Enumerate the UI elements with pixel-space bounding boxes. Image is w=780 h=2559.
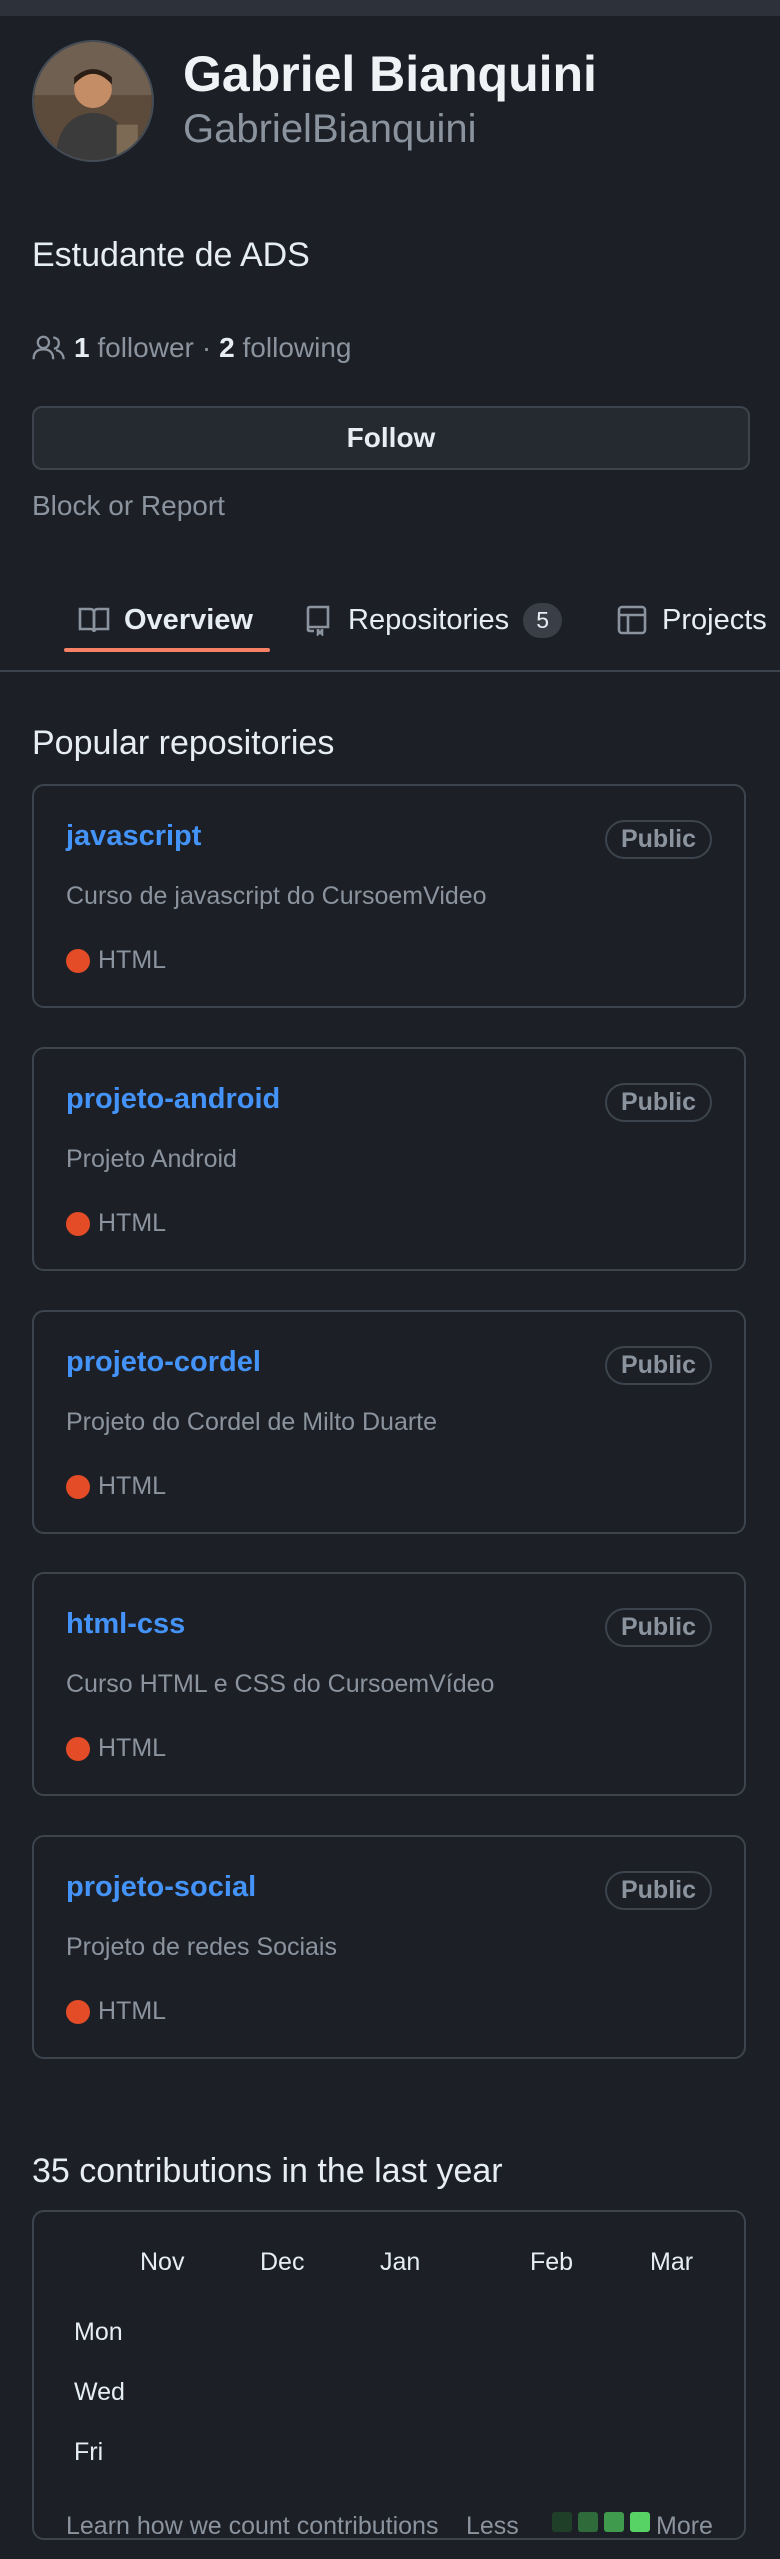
popular-repos-title: Popular repositories xyxy=(32,724,335,762)
following-link[interactable]: 2 following xyxy=(219,332,351,364)
repo-name-link[interactable]: html-css xyxy=(66,1608,185,1641)
repo-language: HTML xyxy=(66,1997,166,2026)
repo-description: Projeto Android xyxy=(66,1145,237,1173)
repo-icon xyxy=(306,605,330,636)
profile-tabs: Overview Repositories 5 Projects xyxy=(0,570,780,672)
active-tab-underline xyxy=(64,648,270,652)
language-label: HTML xyxy=(98,1472,167,1500)
learn-contributions-link[interactable]: Learn how we count contributions xyxy=(66,2512,438,2541)
profile-bio: Estudante de ADS xyxy=(32,236,310,274)
language-label: HTML xyxy=(98,946,167,974)
tab-repositories[interactable]: Repositories 5 xyxy=(302,570,562,670)
month-label: Feb xyxy=(530,2248,574,2276)
repo-card: html-css Public Curso HTML e CSS do Curs… xyxy=(32,1572,746,1796)
table-icon xyxy=(617,605,647,635)
top-bar xyxy=(0,0,780,16)
language-color-dot xyxy=(66,948,90,973)
repositories-count: 5 xyxy=(523,602,562,638)
repo-card: projeto-android Public Projeto Android H… xyxy=(32,1047,746,1271)
tab-overview-label: Overview xyxy=(124,603,253,636)
language-color-dot xyxy=(66,1999,90,2024)
day-label: Wed xyxy=(74,2378,125,2406)
language-label: HTML xyxy=(98,1209,167,1237)
repo-description: Curso de javascript do CursoemVideo xyxy=(66,882,487,910)
repo-language: HTML xyxy=(66,1209,166,1238)
visibility-badge: Public xyxy=(604,1083,712,1122)
language-label: HTML xyxy=(98,1734,167,1762)
follow-stats: 1 follower · 2 following xyxy=(32,332,351,364)
legend-level-2 xyxy=(578,2512,598,2532)
legend-more-label: More xyxy=(656,2512,713,2540)
repo-name-link[interactable]: projeto-social xyxy=(66,1871,256,1904)
day-label: Mon xyxy=(74,2318,123,2346)
separator-dot: · xyxy=(201,332,212,363)
legend-less-label: Less xyxy=(466,2512,519,2540)
following-count: 2 xyxy=(219,332,235,363)
repo-language: HTML xyxy=(66,1472,166,1501)
repo-name-link[interactable]: projeto-android xyxy=(66,1083,280,1116)
month-label: Dec xyxy=(260,2248,305,2276)
profile-username: GabrielBianquini xyxy=(183,107,477,151)
follow-button[interactable]: Follow xyxy=(32,406,750,470)
legend-level-1 xyxy=(552,2512,572,2532)
legend-level-4 xyxy=(630,2512,650,2532)
avatar[interactable] xyxy=(32,40,154,162)
profile-full-name: Gabriel Bianquini xyxy=(183,46,597,102)
repo-card: projeto-cordel Public Projeto do Cordel … xyxy=(32,1310,746,1534)
followers-count: 1 xyxy=(74,332,90,363)
month-label: Jan xyxy=(380,2248,421,2276)
tab-overview[interactable]: Overview xyxy=(78,570,253,670)
block-report-link[interactable]: Block or Report xyxy=(32,490,225,522)
contributions-title: 35 contributions in the last year xyxy=(32,2152,503,2190)
followers-link[interactable]: 1 follower xyxy=(74,332,194,364)
tab-projects-label: Projects xyxy=(662,603,767,636)
repo-name-link[interactable]: javascript xyxy=(66,820,201,853)
contribution-calendar: Nov Dec Jan Feb Mar Mon Wed Fri Learn ho… xyxy=(32,2210,746,2540)
tab-projects[interactable]: Projects xyxy=(616,570,767,670)
repo-card: javascript Public Curso de javascript do… xyxy=(32,784,746,1008)
visibility-badge: Public xyxy=(604,1871,712,1910)
tab-repositories-label: Repositories xyxy=(348,603,510,636)
repo-description: Projeto de redes Sociais xyxy=(66,1933,337,1961)
repo-card: projeto-social Public Projeto de redes S… xyxy=(32,1835,746,2059)
language-color-dot xyxy=(66,1211,90,1236)
month-label: Mar xyxy=(650,2248,694,2276)
language-color-dot xyxy=(66,1736,90,1761)
book-icon xyxy=(78,607,110,633)
visibility-badge: Public xyxy=(604,820,712,859)
avatar-image xyxy=(34,42,152,160)
repo-language: HTML xyxy=(66,946,166,975)
repo-description: Projeto do Cordel de Milto Duarte xyxy=(66,1408,438,1436)
legend-level-3 xyxy=(604,2512,624,2532)
visibility-badge: Public xyxy=(604,1346,712,1385)
language-label: HTML xyxy=(98,1997,167,2025)
repo-name-link[interactable]: projeto-cordel xyxy=(66,1346,261,1379)
repo-language: HTML xyxy=(66,1734,166,1763)
month-label: Nov xyxy=(140,2248,185,2276)
followers-label: follower xyxy=(97,332,194,363)
repo-description: Curso HTML e CSS do CursoemVídeo xyxy=(66,1670,495,1698)
day-label: Fri xyxy=(74,2438,104,2466)
visibility-badge: Public xyxy=(604,1608,712,1647)
following-label: following xyxy=(242,332,352,363)
people-icon xyxy=(32,335,65,360)
language-color-dot xyxy=(66,1474,90,1499)
